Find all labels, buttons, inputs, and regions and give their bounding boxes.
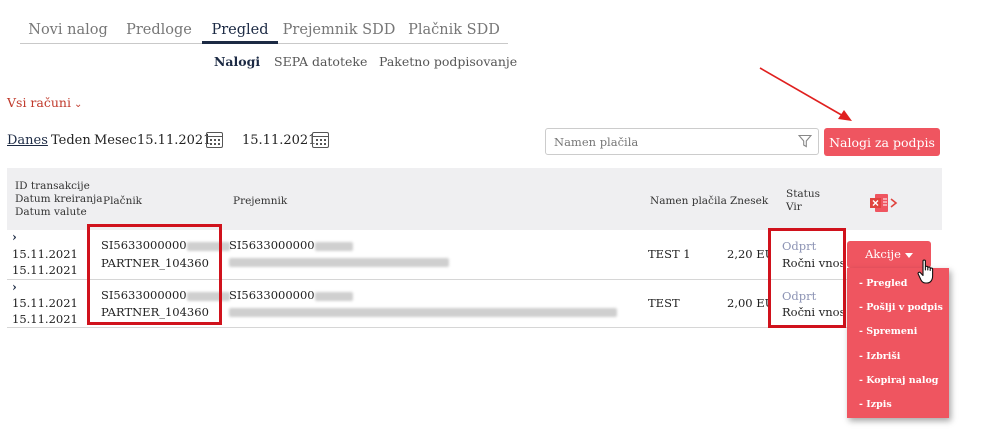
purpose: TEST (648, 296, 680, 310)
filter-icon[interactable] (798, 134, 812, 148)
main-tabs: Novi nalog Predloge Pregled Prejemnik SD… (20, 18, 508, 44)
payer-highlight-box (87, 224, 222, 325)
tab-pregled[interactable]: Pregled (202, 18, 278, 44)
calendar-from-icon[interactable] (206, 132, 223, 148)
menu-item-izbrisi[interactable]: - Izbriši (859, 351, 900, 362)
tab-prejemnik-sdd[interactable]: Prejemnik SDD (278, 18, 400, 44)
tab-predloge[interactable]: Predloge (116, 18, 202, 44)
recipient-account: SI5633000000 (229, 288, 353, 302)
value-date: 15.11.2021 (12, 312, 78, 326)
amount: 2,00 EUR (727, 296, 771, 310)
sub-tabs: Nalogi SEPA datoteke Paketno podpisovanj… (0, 54, 986, 72)
subtab-paketno-podpisovanje[interactable]: Paketno podpisovanje (379, 54, 517, 69)
period-mesec[interactable]: Mesec (94, 133, 137, 148)
header-recipient: Prejemnik (233, 195, 288, 207)
subtab-nalogi[interactable]: Nalogi (214, 54, 260, 69)
created-date: 15.11.2021 (12, 296, 78, 310)
menu-item-spremeni[interactable]: - Spremeni (859, 326, 917, 337)
header-amount: Znesek (730, 195, 769, 207)
tab-novi-nalog[interactable]: Novi nalog (20, 18, 116, 44)
calendar-to-icon[interactable] (312, 132, 329, 148)
menu-item-pregled[interactable]: - Pregled (859, 278, 907, 289)
menu-item-izpis[interactable]: - Izpis (859, 399, 892, 410)
period-danes[interactable]: Danes (7, 133, 48, 148)
created-date: 15.11.2021 (12, 247, 78, 261)
date-to[interactable]: 15.11.2021 (242, 133, 316, 148)
caret-down-icon (904, 252, 913, 258)
date-from[interactable]: 15.11.2021 (137, 133, 211, 148)
header-id-dates: ID transakcije Datum kreiranja Datum val… (15, 180, 103, 218)
table-header: ID transakcije Datum kreiranja Datum val… (7, 168, 942, 230)
accounts-dropdown[interactable]: Vsi računi ⌄ (7, 95, 82, 110)
header-payer: Plačnik (103, 195, 143, 207)
chevron-down-icon: ⌄ (73, 99, 83, 110)
actions-button-label: Akcije (865, 247, 901, 261)
header-purpose: Namen plačila (650, 195, 727, 207)
status-highlight-box (768, 228, 846, 328)
recipient-name-redacted (229, 304, 617, 318)
actions-menu: - Pregled - Pošlji v podpis - Spremeni -… (847, 268, 949, 418)
excel-export-icon[interactable] (870, 193, 900, 213)
value-date: 15.11.2021 (12, 263, 78, 277)
tab-placnik-sdd[interactable]: Plačnik SDD (400, 18, 508, 44)
accounts-label: Vsi računi (7, 95, 71, 110)
sign-orders-button[interactable]: Nalogi za podpis (824, 128, 940, 156)
menu-item-kopiraj-nalog[interactable]: - Kopiraj nalog (859, 375, 938, 386)
menu-item-poslji-v-podpis[interactable]: - Pošlji v podpis (859, 302, 943, 313)
hand-cursor-icon (917, 259, 934, 284)
expand-chevron-icon[interactable]: › (12, 230, 17, 244)
subtab-sepa-datoteke[interactable]: SEPA datoteke (274, 54, 367, 69)
period-teden[interactable]: Teden (51, 133, 91, 148)
recipient-name-redacted (229, 254, 449, 268)
purpose-search-input[interactable] (546, 129, 786, 154)
recipient-account: SI5633000000 (229, 238, 353, 252)
amount: 2,20 EUR (727, 247, 771, 261)
purpose: TEST 1 (648, 247, 691, 261)
purpose-search (545, 128, 819, 155)
header-status-source: Status Vir (786, 188, 821, 213)
expand-chevron-icon[interactable]: › (12, 280, 17, 294)
